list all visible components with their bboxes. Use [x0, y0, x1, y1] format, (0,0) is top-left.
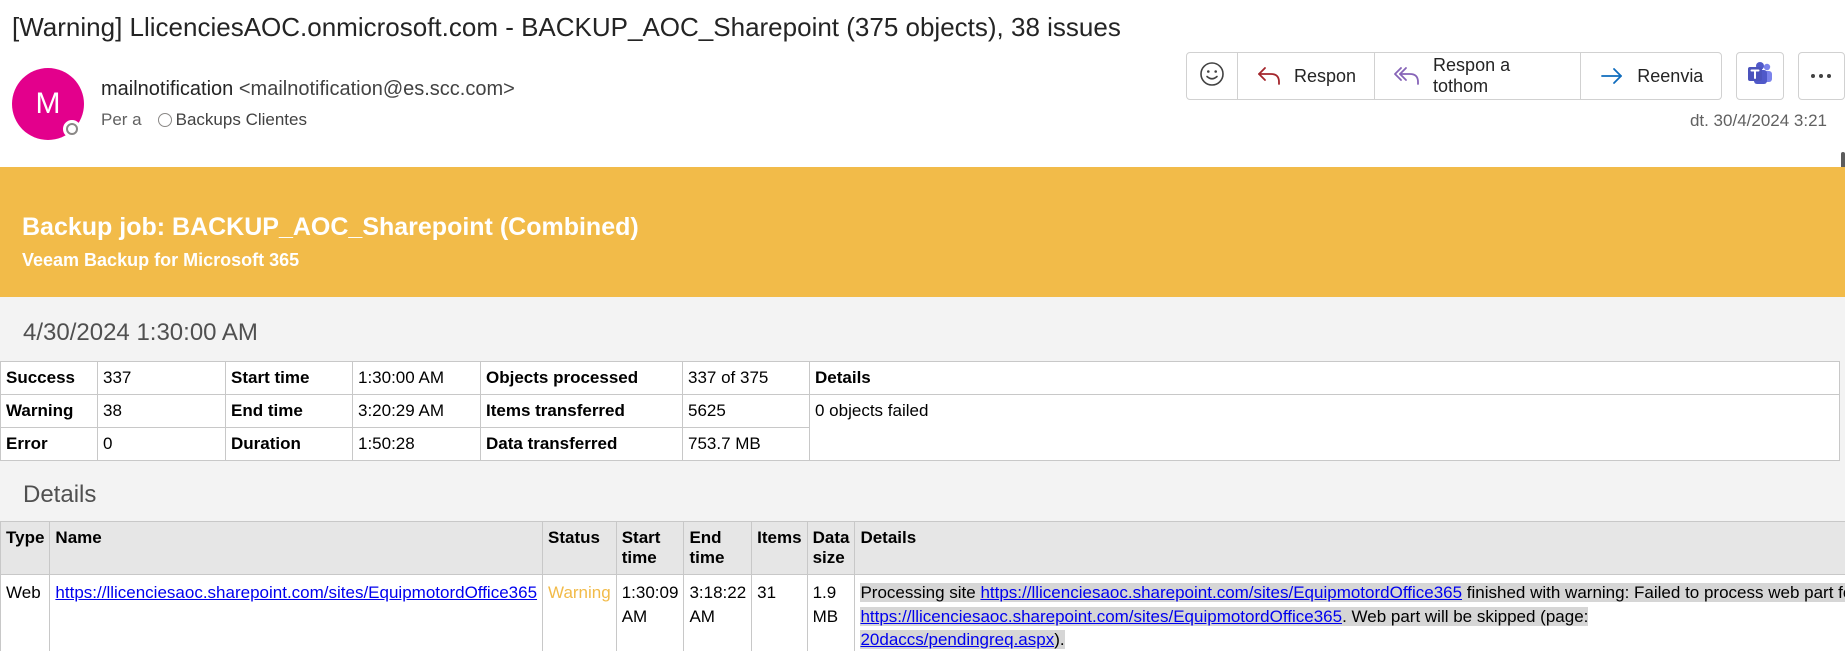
reply-button[interactable]: Respon — [1237, 53, 1374, 99]
presence-status-icon — [63, 120, 81, 138]
end-time-label: End time — [225, 394, 353, 428]
details-heading: Details — [23, 481, 97, 508]
row-status: Warning — [542, 574, 617, 651]
success-value: 337 — [97, 361, 226, 395]
to-label: Per a — [101, 110, 142, 129]
message-toolbar: Respon Respon a tothom Reenvia — [1186, 52, 1845, 100]
summary-table: Success 337 Start time 1:30:00 AM Object… — [0, 361, 1840, 461]
col-name: Name — [49, 521, 544, 575]
row-data-size: 1.9 MB — [806, 574, 856, 651]
details-value: 0 objects failed — [809, 394, 1840, 461]
col-status: Status — [542, 521, 617, 575]
reply-all-label: Respon a tothom — [1433, 55, 1511, 96]
teams-button[interactable] — [1736, 52, 1784, 100]
row-items: 31 — [751, 574, 808, 651]
reply-button-group: Respon Respon a tothom Reenvia — [1186, 52, 1723, 100]
forward-label: Reenvia — [1637, 65, 1704, 86]
row-end-time: 3:18:22 AM — [683, 574, 753, 651]
col-type: Type — [0, 521, 51, 575]
sent-date: dt. 30/4/2024 3:21 — [1689, 111, 1827, 130]
email-subject: [Warning] LlicenciesAOC.onmicrosoft.com … — [12, 12, 1121, 42]
run-date: 4/30/2024 1:30:00 AM — [23, 319, 258, 346]
row-start-time: 1:30:09 AM — [615, 574, 685, 651]
items-transferred-value: 5625 — [682, 394, 810, 428]
warning-value: 38 — [97, 394, 226, 428]
details-link-page[interactable]: 20daccs/pendingreq.aspx — [860, 630, 1054, 649]
objects-processed-value: 337 of 375 — [682, 361, 810, 395]
details-header-row: Type Name Status Start time End time Ite… — [0, 521, 1845, 575]
sender-email: <mailnotification@es.scc.com> — [238, 78, 515, 100]
details-table: Type Name Status Start time End time Ite… — [0, 521, 1845, 651]
details-link-site-2[interactable]: https://llicenciesaoc.sharepoint.com/sit… — [860, 607, 1342, 626]
error-value: 0 — [97, 427, 226, 461]
emoji-reaction-button[interactable] — [1187, 53, 1237, 99]
teams-icon — [1746, 61, 1774, 92]
table-row: Web https://llicenciesaoc.sharepoint.com… — [0, 574, 1845, 651]
more-options-button[interactable] — [1797, 52, 1845, 100]
smiley-icon — [1199, 61, 1225, 92]
col-details: Details — [854, 521, 1845, 575]
forward-icon — [1599, 65, 1625, 87]
recipient-presence-icon — [157, 113, 172, 127]
col-end-time: End time — [683, 521, 753, 575]
reply-all-icon — [1393, 65, 1421, 87]
items-transferred-label: Items transferred — [480, 394, 683, 428]
row-details: Processing site https://llicenciesaoc.sh… — [854, 574, 1845, 651]
end-time-value: 3:20:29 AM — [352, 394, 481, 428]
col-items: Items — [751, 521, 808, 575]
details-text-mid2: . Web part will be skipped (page: — [1342, 606, 1589, 626]
details-label: Details — [809, 361, 1840, 395]
data-transferred-label: Data transferred — [480, 427, 683, 461]
start-time-label: Start time — [225, 361, 353, 395]
error-label: Error — [0, 427, 98, 461]
reply-icon — [1256, 65, 1282, 87]
report-banner: Backup job: BACKUP_AOC_Sharepoint (Combi… — [0, 167, 1845, 297]
row-name: https://llicenciesaoc.sharepoint.com/sit… — [49, 574, 544, 651]
duration-label: Duration — [225, 427, 353, 461]
details-link-site[interactable]: https://llicenciesaoc.sharepoint.com/sit… — [980, 583, 1462, 602]
duration-value: 1:50:28 — [352, 427, 481, 461]
forward-button[interactable]: Reenvia — [1580, 53, 1721, 99]
summary-row: Warning 38 End time 3:20:29 AM Items tra… — [0, 394, 1840, 461]
sender[interactable]: mailnotification <mailnotification@es.sc… — [101, 78, 515, 101]
reply-all-button[interactable]: Respon a tothom — [1374, 53, 1580, 99]
col-start-time: Start time — [615, 521, 685, 575]
avatar-letter: M — [35, 87, 61, 120]
data-transferred-value: 753.7 MB — [682, 427, 810, 461]
success-label: Success — [0, 361, 98, 395]
details-text-end: ). — [1054, 630, 1065, 649]
objects-processed-label: Objects processed — [480, 361, 683, 395]
report-title: Backup job: BACKUP_AOC_Sharepoint (Combi… — [22, 213, 639, 241]
report-subtitle: Veeam Backup for Microsoft 365 — [22, 250, 300, 270]
details-text-prefix: Processing site — [860, 583, 981, 602]
more-icon — [1809, 67, 1833, 85]
summary-row: Success 337 Start time 1:30:00 AM Object… — [0, 361, 1840, 395]
start-time-value: 1:30:00 AM — [352, 361, 481, 395]
col-data-size: Data size — [806, 521, 856, 575]
site-link[interactable]: https://llicenciesaoc.sharepoint.com/sit… — [55, 583, 537, 602]
reply-label: Respon — [1294, 65, 1357, 86]
report-body: 4/30/2024 1:30:00 AM Success 337 Start t… — [0, 297, 1845, 651]
sender-name: mailnotification — [101, 78, 234, 100]
details-text-mid: finished with warning: Failed to process… — [1462, 583, 1845, 602]
recipients-line: Per a Backups Clientes — [101, 110, 307, 130]
recipient-name[interactable]: Backups Clientes — [176, 110, 307, 130]
warning-label: Warning — [0, 394, 98, 428]
row-type: Web — [0, 574, 51, 651]
